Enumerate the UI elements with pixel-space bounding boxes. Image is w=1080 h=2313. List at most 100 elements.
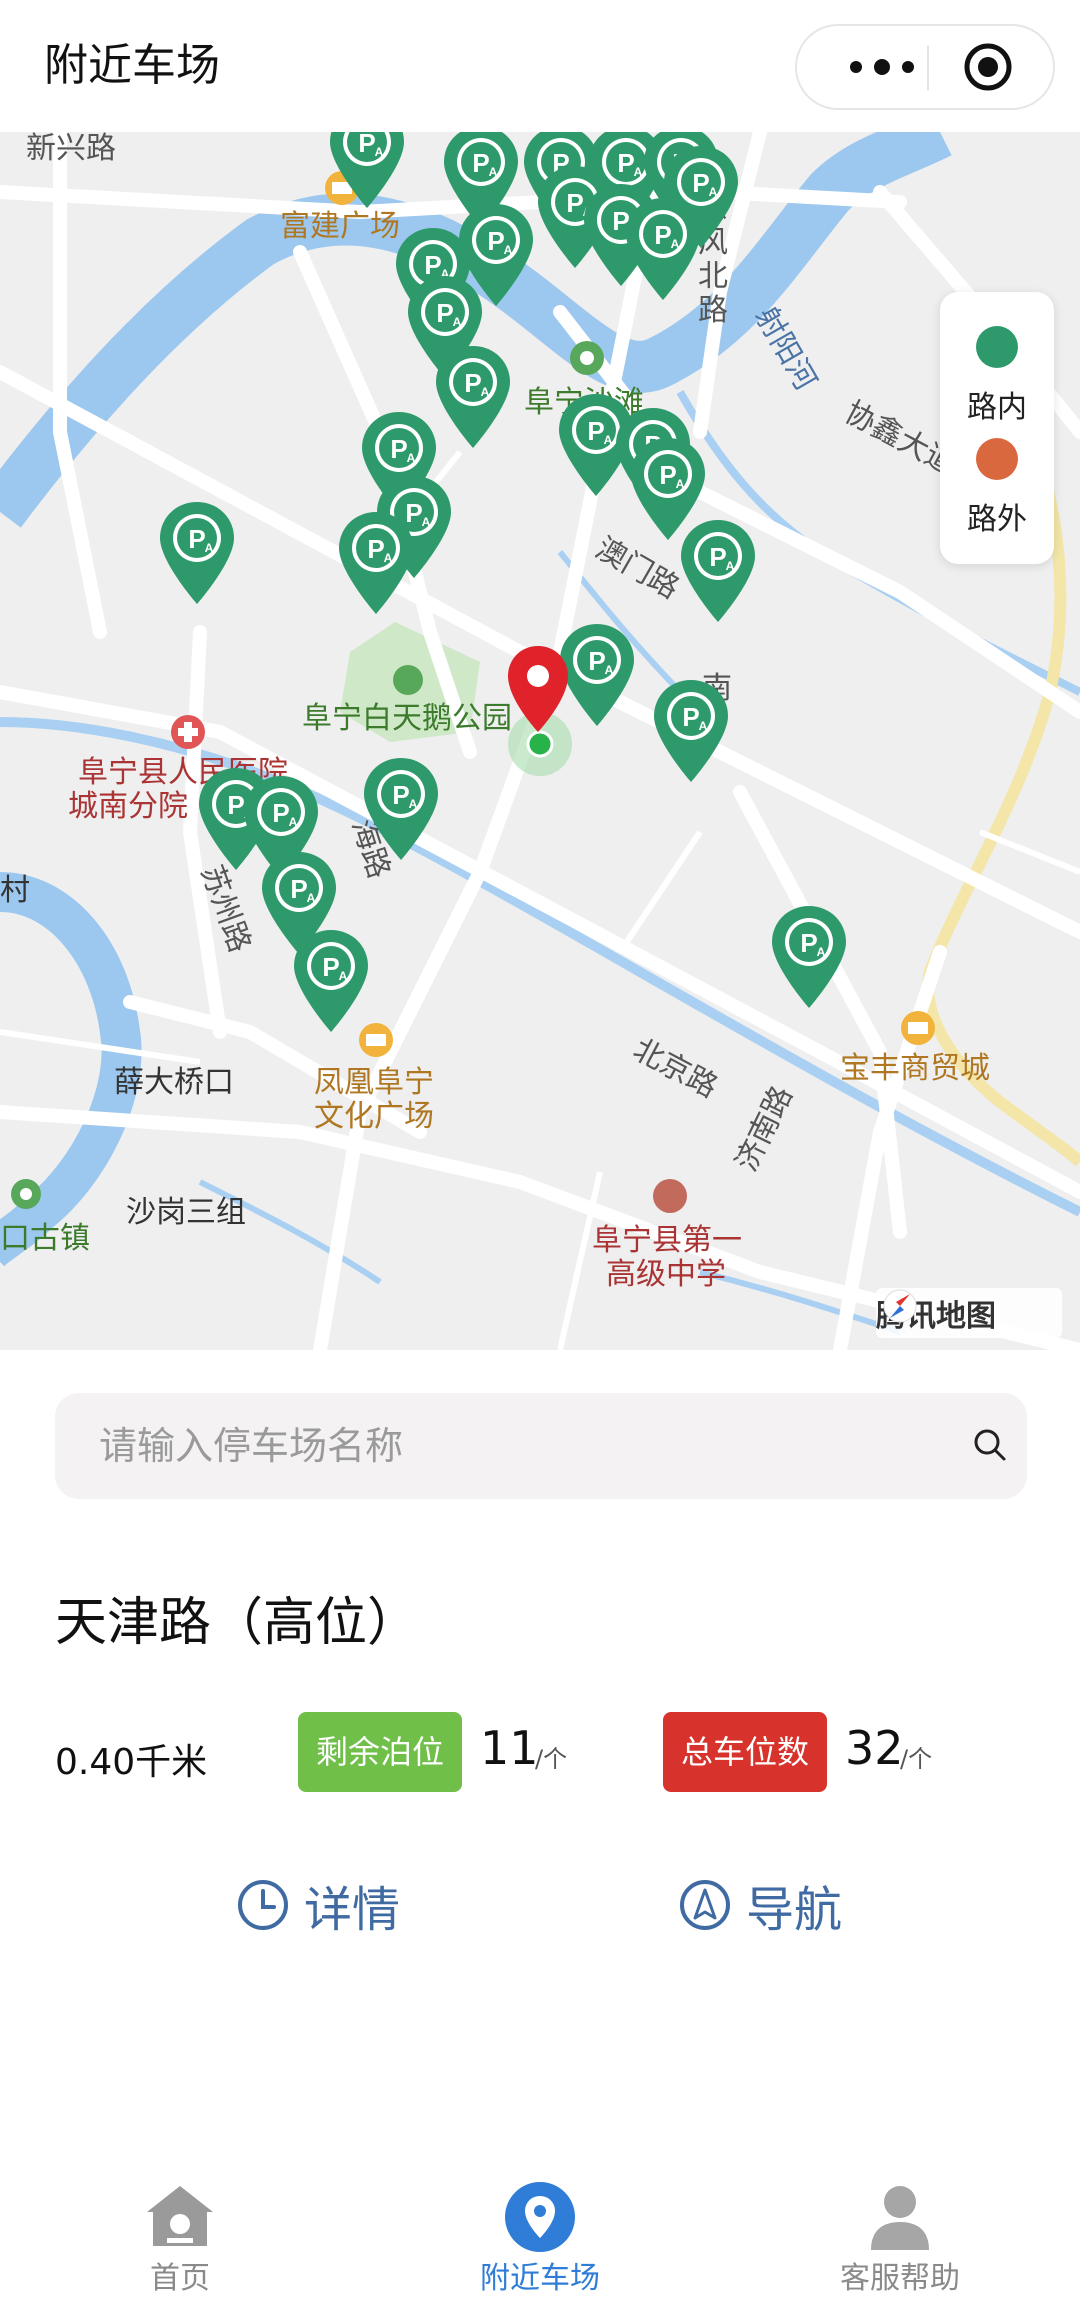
parking-distance: 0.40千米 (55, 1742, 208, 1783)
total-spaces-badge: 总车位数 (663, 1712, 827, 1792)
tab-home-label: 首页 (150, 2261, 210, 2296)
compass-icon (883, 1289, 917, 1323)
svg-text:P: P (588, 646, 605, 676)
parking-pin-icon[interactable]: PA (768, 902, 850, 1014)
svg-text:P: P (290, 874, 307, 904)
svg-text:A: A (375, 145, 384, 159)
svg-text:P: P (654, 220, 671, 250)
clock-icon (238, 1880, 288, 1930)
tab-customer-help-label: 客服帮助 (840, 2261, 960, 2296)
map-label-swan-park: 阜宁白天鹅公园 (302, 701, 512, 736)
map-view[interactable]: 新兴路 富建广场 东风北路 射阳河 协鑫大道 阜宁沙滩 澳门路 阜宁白天鹅公园 … (0, 132, 1080, 1350)
page-title: 附近车场 (44, 40, 220, 91)
svg-text:A: A (605, 663, 614, 677)
svg-text:A: A (489, 165, 498, 179)
svg-text:P: P (617, 148, 634, 178)
parking-pin-icon[interactable]: PA (290, 926, 372, 1038)
search-input[interactable]: 请输入停车场名称 (99, 1423, 403, 1469)
svg-text:A: A (504, 243, 513, 257)
on-street-legend-label: 路内 (967, 390, 1027, 425)
bottom-tab-bar: 首页 附近车场 客服帮助 (0, 2160, 1080, 2313)
map-label-fenghuang-1: 凤凰阜宁 (314, 1065, 434, 1100)
map-label-fujian-plaza: 富建广场 (280, 209, 400, 244)
svg-text:P: P (392, 780, 409, 810)
detail-label: 详情 (304, 1882, 401, 1938)
user-icon (871, 2186, 929, 2250)
svg-text:P: P (358, 132, 375, 158)
target-icon[interactable] (962, 41, 1014, 93)
navigation-arrow-icon (680, 1880, 730, 1930)
parking-lot-name: 天津路（高位） (55, 1593, 420, 1653)
parking-type-legend: 路内 路外 (940, 292, 1054, 564)
svg-text:P: P (682, 702, 699, 732)
map-label-xue-bridge: 薛大桥口 (114, 1065, 234, 1100)
svg-text:P: P (659, 460, 676, 490)
svg-text:A: A (289, 815, 298, 829)
navigate-button[interactable]: 导航 (678, 1870, 842, 1940)
svg-text:P: P (272, 798, 289, 828)
detail-button[interactable]: 详情 (236, 1870, 400, 1940)
parking-pin-icon[interactable]: PA (650, 676, 732, 788)
location-pin-icon (505, 2182, 575, 2252)
svg-text:P: P (800, 928, 817, 958)
map-label-old-town: 口古镇 (0, 1221, 90, 1256)
navigate-label: 导航 (746, 1882, 843, 1938)
svg-text:P: P (472, 148, 489, 178)
remaining-spaces-count: 11 (480, 1721, 539, 1775)
parking-pin-icon[interactable]: PA (432, 342, 514, 454)
remaining-spaces-unit: /个 (535, 1745, 568, 1773)
svg-text:P: P (322, 952, 339, 982)
parking-pin-icon[interactable]: PA (360, 754, 442, 866)
svg-text:P: P (464, 368, 481, 398)
parking-pin-icon[interactable]: PA (677, 516, 759, 628)
svg-text:P: P (709, 542, 726, 572)
svg-text:A: A (671, 237, 680, 251)
svg-text:P: P (390, 434, 407, 464)
map-label-school-2: 高级中学 (606, 1257, 726, 1292)
svg-text:A: A (453, 315, 462, 329)
off-street-legend-dot (976, 438, 1018, 480)
map-label-hospital-branch: 城南分院 (68, 789, 188, 824)
svg-text:P: P (188, 524, 205, 554)
parking-pin-icon[interactable]: PA (326, 132, 408, 214)
mini-program-capsule (795, 24, 1055, 110)
map-label-shagang: 沙岗三组 (126, 1195, 246, 1230)
map-label-cun: 村 (0, 873, 30, 908)
search-bar[interactable]: 请输入停车场名称 (55, 1393, 1027, 1499)
svg-text:A: A (726, 559, 735, 573)
map-provider-logo: 腾讯地图 (876, 1288, 1062, 1338)
capsule-divider (927, 46, 929, 90)
map-label-school-1: 阜宁县第一 (592, 1223, 742, 1258)
total-spaces-count: 32 (845, 1721, 904, 1775)
tab-customer-help[interactable]: 客服帮助 (780, 2180, 1020, 2300)
svg-text:A: A (699, 719, 708, 733)
svg-text:P: P (587, 416, 604, 446)
tab-home[interactable]: 首页 (60, 2180, 300, 2300)
svg-text:A: A (205, 541, 214, 555)
total-spaces-unit: /个 (900, 1745, 933, 1773)
red-location-pin-icon[interactable] (502, 642, 574, 742)
map-label-xinxing-road: 新兴路 (26, 132, 116, 166)
svg-text:A: A (422, 515, 431, 529)
svg-text:A: A (817, 945, 826, 959)
more-dots-icon[interactable] (837, 26, 927, 108)
off-street-legend-label: 路外 (967, 502, 1027, 537)
svg-text:P: P (436, 298, 453, 328)
tab-nearby-parking[interactable]: 附近车场 (420, 2180, 660, 2300)
svg-text:P: P (487, 226, 504, 256)
svg-text:P: P (367, 534, 384, 564)
home-icon (147, 2186, 213, 2246)
search-icon[interactable] (970, 1425, 1010, 1465)
svg-text:A: A (481, 385, 490, 399)
parking-pin-icon[interactable]: PA (622, 194, 704, 306)
map-label-fenghuang-2: 文化广场 (314, 1099, 434, 1134)
svg-text:A: A (676, 477, 685, 491)
svg-text:A: A (384, 551, 393, 565)
svg-text:A: A (709, 185, 718, 199)
on-street-legend-dot (976, 326, 1018, 368)
parking-pin-icon[interactable]: PA (335, 508, 417, 620)
map-label-baofeng: 宝丰商贸城 (840, 1051, 990, 1086)
parking-pin-icon[interactable]: PA (156, 498, 238, 610)
svg-text:A: A (407, 451, 416, 465)
tab-nearby-parking-label: 附近车场 (480, 2261, 600, 2296)
